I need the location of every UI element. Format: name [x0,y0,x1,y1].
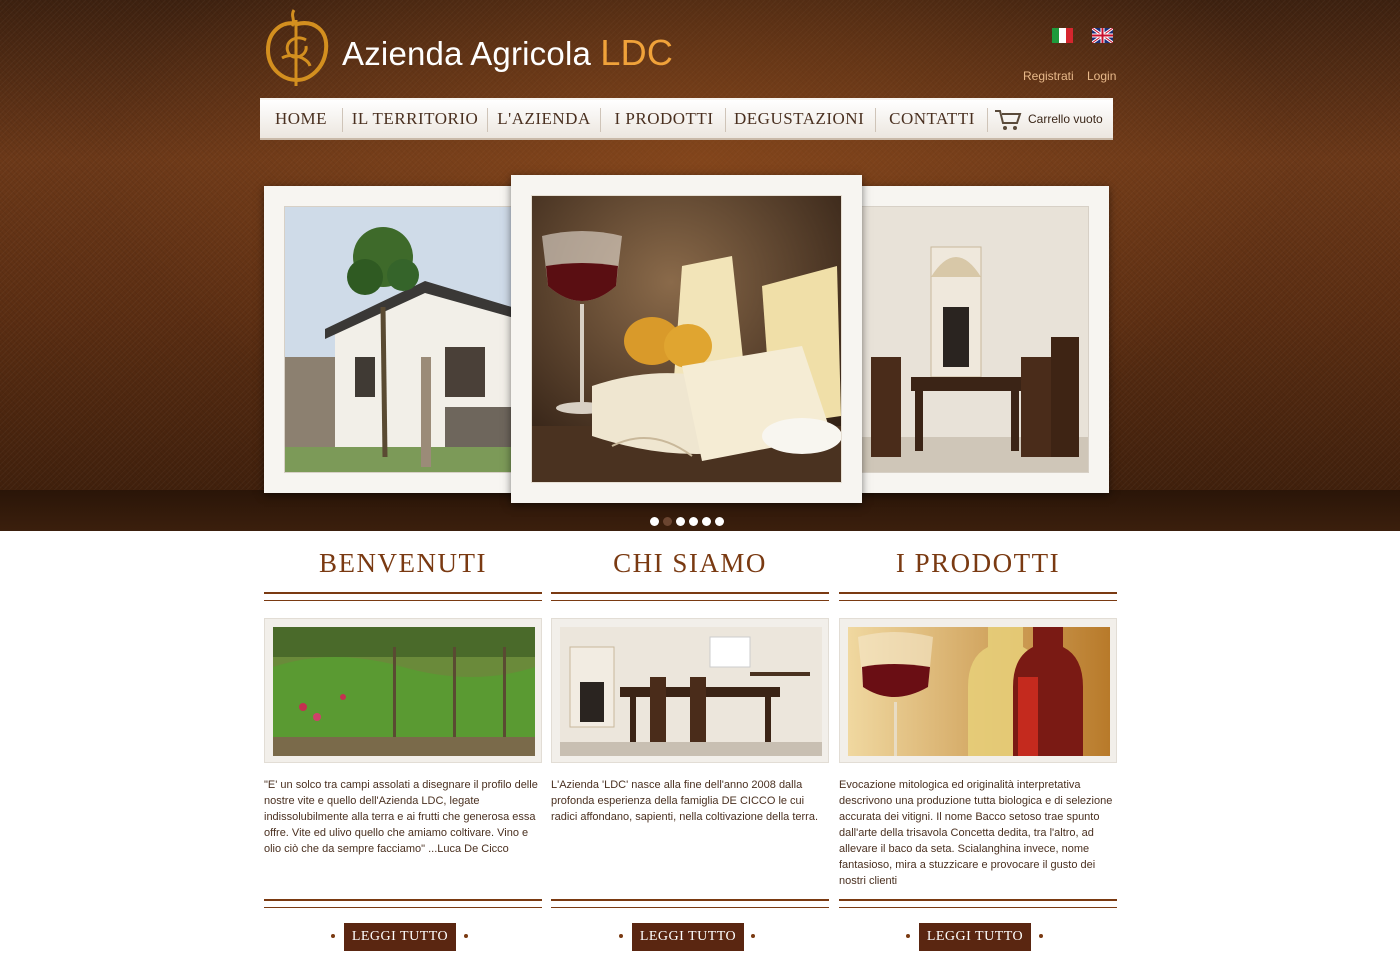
button-dot [464,934,468,938]
slider-dot[interactable] [702,517,711,526]
wine-cheese-image [532,196,841,482]
slide-house[interactable] [264,186,524,493]
main-nav: HOME IL TERRITORIO L'AZIENDA I PRODOTTI … [260,98,1113,140]
read-more-button-prodotti[interactable]: LEGGI TUTTO [919,923,1031,951]
slider-dot[interactable] [689,517,698,526]
button-dot [751,934,755,938]
wine-bottles-image [848,627,1110,756]
column-title: CHI SIAMO [613,548,767,578]
slider-dot[interactable] [715,517,724,526]
divider [551,592,829,601]
column-title: BENVENUTI [319,548,487,578]
column-text: L'Azienda 'LDC' nasce alla fine dell'ann… [551,779,819,823]
button-dot [1039,934,1043,938]
nav-item-degustazioni[interactable]: DEGUSTAZIONI [734,100,864,138]
thumbnail-frame[interactable] [551,618,829,763]
slide-wine-cheese[interactable] [511,175,862,503]
restaurant-image [851,207,1088,472]
slider-dots [650,517,724,526]
nav-item-prodotti[interactable]: I PRODOTTI [608,100,720,138]
read-more-button-benvenuti[interactable]: LEGGI TUTTO [344,923,456,951]
brand-suffix: LDC [600,32,674,73]
nav-item-contatti[interactable]: CONTATTI [884,100,980,138]
cart-label[interactable]: Carrello vuoto [1028,112,1103,126]
divider [551,899,829,908]
italian-flag-icon[interactable] [1052,28,1073,43]
thumbnail-frame[interactable] [839,618,1117,763]
nav-divider [725,108,726,132]
register-link[interactable]: Registrati [1023,69,1074,83]
column-title: I PRODOTTI [895,548,1061,578]
nav-item-home[interactable]: HOME [266,100,336,138]
brand-name: Azienda Agricola [342,35,592,72]
button-dot [331,934,335,938]
slider-dot-active[interactable] [663,517,672,526]
column-text: Evocazione mitologica ed originalità int… [839,779,1113,887]
nav-divider [875,108,876,132]
button-dot [906,934,910,938]
cart-icon[interactable] [994,108,1022,132]
login-link[interactable]: Login [1087,69,1116,83]
brand-title[interactable]: Azienda Agricola LDC [342,32,673,74]
slide-restaurant[interactable] [850,186,1109,493]
read-more-button-chi-siamo[interactable]: LEGGI TUTTO [632,923,744,951]
divider [839,899,1117,908]
button-dot [619,934,623,938]
divider [839,592,1117,601]
nav-item-azienda[interactable]: L'AZIENDA [494,100,594,138]
dining-room-image [560,627,822,756]
divider [264,899,542,908]
house-image [285,207,523,472]
logo-icon[interactable] [262,6,332,90]
thumbnail-frame[interactable] [264,618,542,763]
nav-divider [342,108,343,132]
slider-dot[interactable] [676,517,685,526]
divider [264,592,542,601]
nav-divider [600,108,601,132]
nav-divider [487,108,488,132]
nav-item-territorio[interactable]: IL TERRITORIO [350,100,480,138]
nav-divider [987,108,988,132]
english-flag-icon[interactable] [1092,28,1113,43]
vineyard-image [273,627,535,756]
slider-dot[interactable] [650,517,659,526]
column-text: "E' un solco tra campi assolati a disegn… [264,779,538,855]
